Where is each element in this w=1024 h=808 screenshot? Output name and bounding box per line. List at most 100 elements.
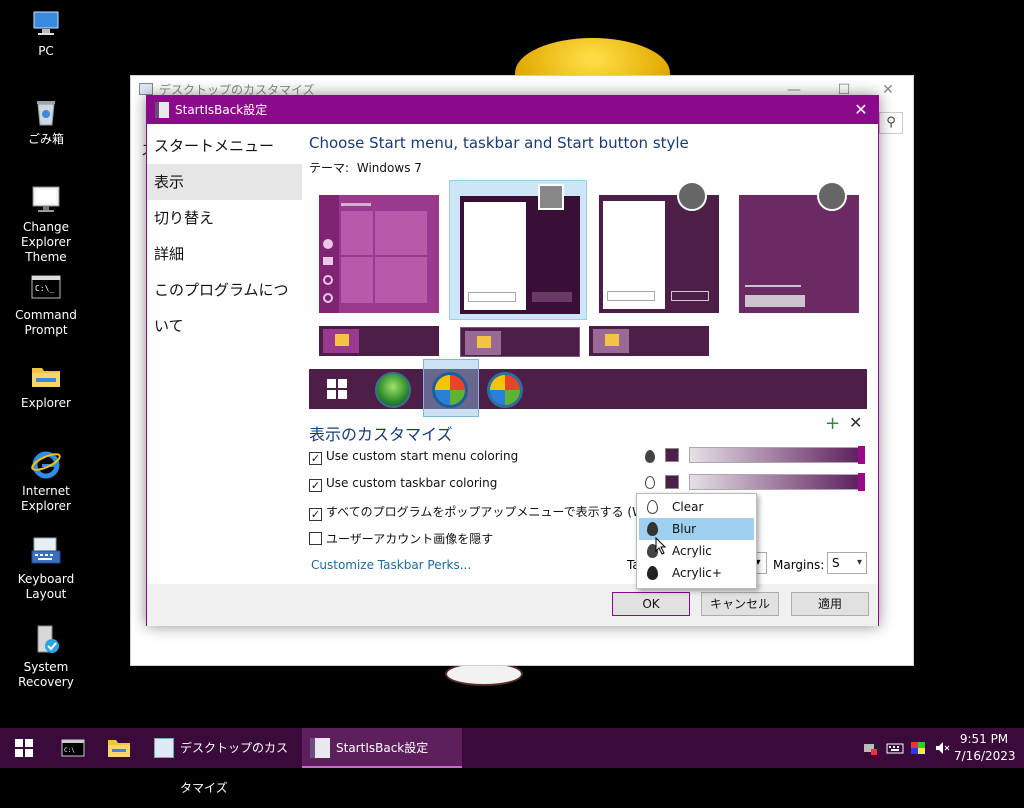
taskbar-color-swatch[interactable] — [665, 475, 679, 489]
clover-orb-button[interactable] — [375, 372, 411, 408]
plus-icon[interactable]: + — [825, 413, 840, 434]
desktop-icon-internet-explorer[interactable]: Internet Explorer — [0, 448, 92, 514]
option-label: すべてのプログラムをポップアップメニューで表示する (Windows — [326, 505, 686, 519]
page-title: Choose Start menu, taskbar and Start but… — [309, 134, 689, 152]
desktop-icon-recycle-bin[interactable]: ごみ箱 — [0, 96, 92, 147]
checkbox-checked-icon[interactable]: ✓ — [309, 452, 322, 465]
nav-item-advanced[interactable]: 詳細 — [147, 236, 302, 272]
apply-button[interactable]: 適用 — [791, 592, 869, 616]
desktop-icon-label: ごみ箱 — [27, 132, 64, 146]
checkbox-checked-icon[interactable]: ✓ — [309, 508, 322, 521]
slider-thumb[interactable] — [858, 446, 865, 464]
command-prompt-icon: C:\_ — [30, 272, 62, 304]
start-button[interactable] — [0, 728, 48, 768]
windows-7-orb-option[interactable] — [423, 359, 479, 417]
start-menu-preview — [319, 195, 439, 313]
desktop-icon-explorer[interactable]: Explorer — [0, 360, 92, 411]
internet-explorer-icon — [30, 448, 62, 480]
svg-text:C:\: C:\ — [64, 747, 75, 754]
nav-item-appearance[interactable]: 表示 — [147, 164, 302, 200]
style-option-windows-8[interactable] — [589, 180, 727, 356]
clock[interactable]: 9:51 PM 7/16/2023 — [954, 731, 1016, 765]
option-label: ユーザーアカウント画像を隠す — [326, 532, 494, 546]
checkbox-unchecked-icon[interactable] — [309, 532, 322, 545]
windows-logo-button[interactable] — [327, 379, 347, 399]
clear-drop-icon[interactable] — [645, 476, 655, 489]
dialog-titlebar[interactable]: StartIsBack設定 ✕ — [147, 96, 878, 124]
margins-label: Margins: — [773, 558, 825, 572]
taskbar-preview — [460, 327, 580, 357]
style-option-windows-7[interactable] — [449, 180, 587, 357]
folder-icon — [30, 360, 62, 392]
option-custom-start-menu-coloring[interactable]: ✓ Use custom start menu coloring — [309, 449, 518, 465]
desktop-icon-command-prompt[interactable]: C:\_ Command Prompt — [0, 272, 92, 338]
taskbar-preview — [589, 326, 709, 356]
desktop-icon-label: Keyboard Layout — [17, 572, 75, 601]
search-icon[interactable]: ⚲ — [879, 112, 903, 134]
color-app-icon[interactable] — [910, 740, 926, 759]
startisback-settings-dialog[interactable]: StartIsBack設定 ✕ スタートメニュー 表示 切り替え 詳細 このプロ… — [146, 95, 879, 626]
ok-button[interactable]: OK — [612, 592, 690, 616]
desktop-icon-label: Internet Explorer — [21, 484, 71, 513]
chevron-down-icon: ▾ — [856, 557, 862, 568]
window-icon — [154, 738, 174, 758]
option-hide-user-picture[interactable]: ユーザーアカウント画像を隠す — [309, 530, 493, 547]
volume-muted-icon[interactable] — [934, 740, 950, 759]
menu-item-acrylic-plus[interactable]: Acrylic+ — [639, 562, 754, 584]
taskbar-opacity-slider[interactable] — [689, 473, 865, 491]
taskbar-item-startisback[interactable]: StartIsBack設定 — [302, 728, 462, 768]
slider-thumb[interactable] — [858, 473, 865, 491]
desktop-icon-change-explorer-theme[interactable]: Change Explorer Theme — [0, 184, 92, 265]
desktop-icon-system-recovery[interactable]: System Recovery — [0, 624, 92, 690]
menu-item-label: Blur — [672, 522, 697, 536]
keyboard-icon[interactable] — [886, 740, 904, 759]
command-prompt-taskbar-button[interactable]: C:\ — [50, 728, 96, 768]
theme-row: テーマ: Windows 7 — [309, 159, 426, 176]
desktop-icon-label: Change Explorer Theme — [21, 220, 71, 264]
nav-item-start-menu[interactable]: スタートメニュー — [147, 128, 302, 164]
option-label: Use custom start menu coloring — [326, 449, 519, 463]
close-icon[interactable]: ✕ — [844, 96, 878, 124]
checkbox-checked-icon[interactable]: ✓ — [309, 479, 322, 492]
option-label: Use custom taskbar coloring — [326, 476, 498, 490]
margins-value: S — [832, 556, 840, 570]
windows-orb-button[interactable] — [487, 372, 523, 408]
option-all-programs-popup[interactable]: ✓ すべてのプログラムをポップアップメニューで表示する (Windows — [309, 503, 686, 521]
desktop-icon-label: System Recovery — [18, 660, 74, 689]
nav-item-about[interactable]: このプログラムについて — [147, 272, 302, 335]
explorer-taskbar-button[interactable] — [96, 728, 142, 768]
menu-item-clear[interactable]: Clear — [639, 496, 754, 518]
user-avatar-icon — [538, 184, 564, 210]
dialog-title: StartIsBack設定 — [175, 103, 268, 117]
system-recovery-icon — [30, 624, 62, 656]
option-custom-taskbar-coloring[interactable]: ✓ Use custom taskbar coloring — [309, 476, 497, 492]
window-icon — [139, 83, 153, 95]
close-icon[interactable]: ✕ — [849, 413, 862, 432]
margins-select[interactable]: S ▾ — [827, 552, 867, 574]
svg-text:C:\_: C:\_ — [35, 284, 54, 293]
dialog-footer: OK キャンセル 適用 — [147, 584, 878, 626]
style-option-windows-10[interactable] — [309, 180, 447, 356]
desktop-icon-keyboard-layout[interactable]: Keyboard Layout — [0, 536, 92, 602]
keyboard-icon — [30, 536, 62, 568]
cancel-button[interactable]: キャンセル — [701, 592, 779, 616]
customize-heading: 表示のカスタマイズ — [309, 425, 453, 444]
user-avatar-icon — [677, 181, 707, 211]
desktop-icon-pc[interactable]: PC — [0, 8, 92, 59]
taskbar: C:\ デスクトップのカスタマイズ StartIsBack設定 9:51 PM … — [0, 728, 1024, 795]
startisback-icon — [155, 102, 169, 118]
startisback-icon — [310, 738, 330, 758]
recycle-bin-icon — [30, 96, 62, 128]
nav-item-switching[interactable]: 切り替え — [147, 200, 302, 236]
taskbar-item-label: StartIsBack設定 — [336, 741, 429, 755]
menu-item-label: Acrylic — [672, 544, 712, 558]
start-menu-opacity-slider[interactable] — [689, 446, 865, 464]
menu-item-label: Clear — [672, 500, 704, 514]
start-menu-color-swatch[interactable] — [665, 448, 679, 462]
taskbar-item-customize-desktop[interactable]: デスクトップのカスタマイズ — [146, 728, 298, 795]
clock-time: 9:51 PM — [959, 732, 1009, 746]
customize-taskbar-perks-link[interactable]: Customize Taskbar Perks... — [311, 558, 471, 572]
style-option-windows-10-plain[interactable] — [729, 180, 867, 320]
network-icon[interactable] — [862, 740, 878, 759]
blur-drop-icon[interactable] — [645, 450, 655, 463]
